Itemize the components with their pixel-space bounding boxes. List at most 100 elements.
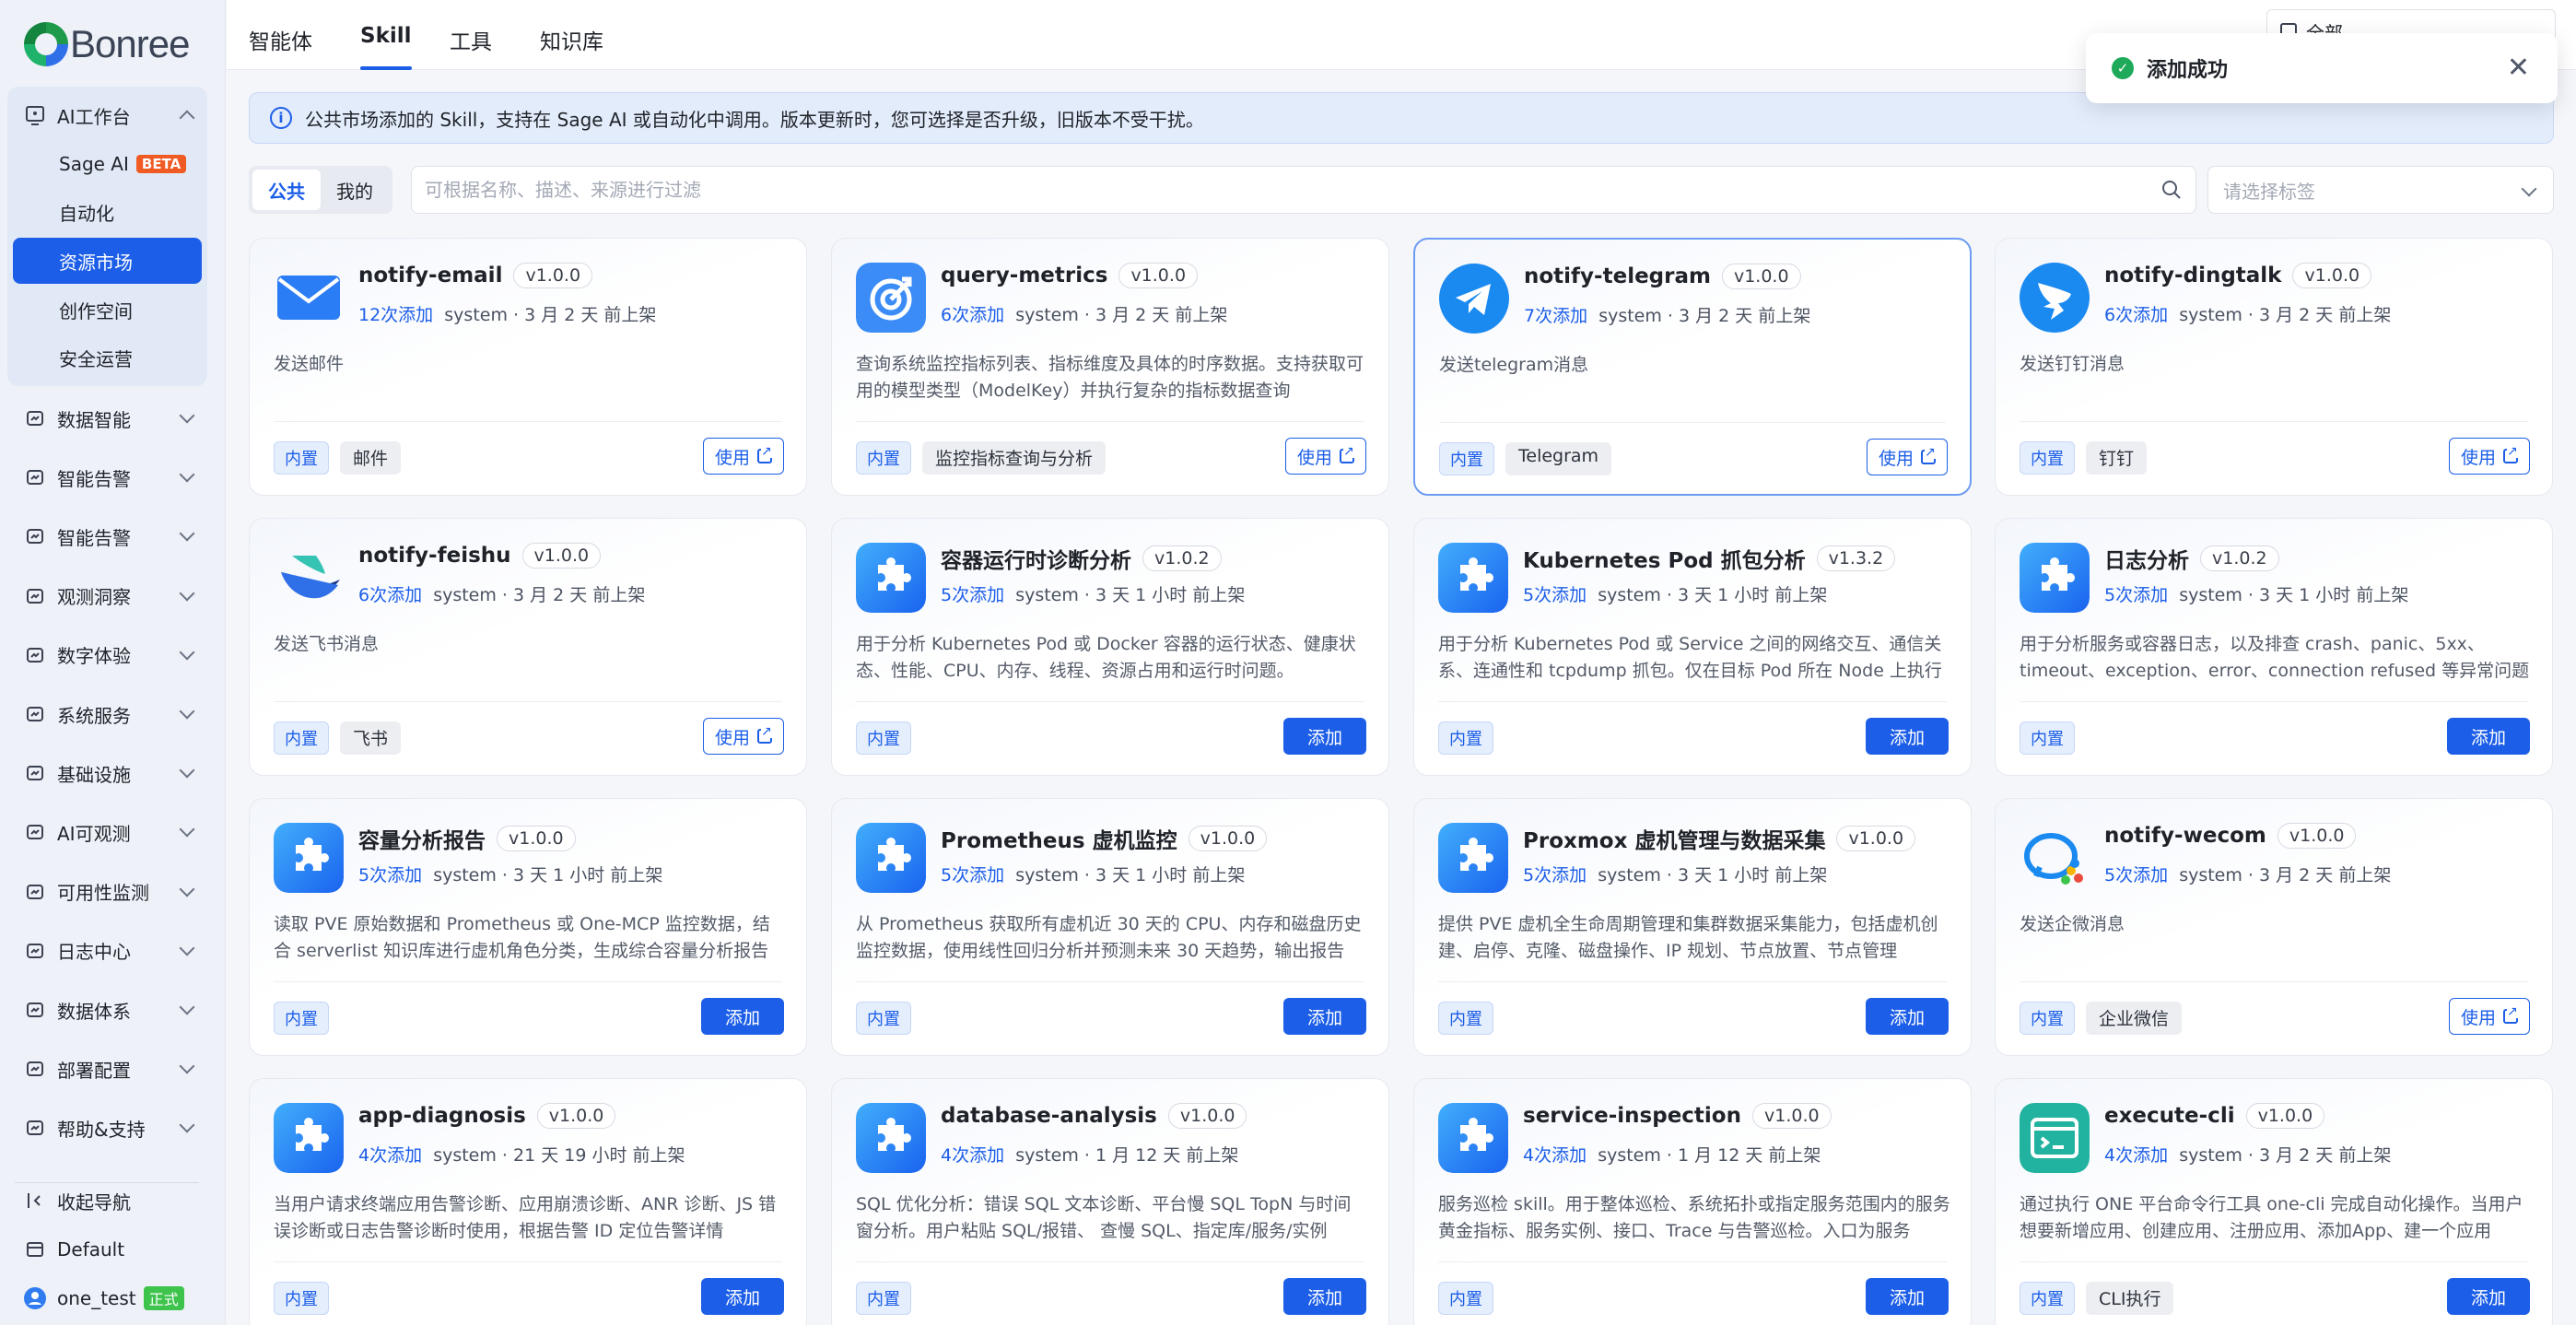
version-badge: v1.0.2	[2200, 545, 2279, 571]
scope-mine[interactable]: 我的	[321, 170, 389, 210]
skill-card[interactable]: notify-dingtalk v1.0.0 6次添加 system · 3 月 2…	[1995, 238, 2553, 496]
skill-title: notify-email v1.0.0	[358, 263, 593, 288]
tag-select[interactable]: 请选择标签	[2207, 166, 2554, 214]
use-button[interactable]: 使用	[2448, 438, 2530, 475]
nav-smart-alert[interactable]: 智能告警	[7, 452, 207, 502]
skill-card[interactable]: notify-email v1.0.0 12次添加 system · 3 月 2 天…	[249, 238, 807, 496]
external-link-icon	[757, 445, 772, 463]
info-text: 公共市场添加的 Skill，支持在 Sage AI 或自动化中调用。版本更新时，…	[305, 108, 1204, 131]
publish-info: system · 3 月 2 天 前上架	[1015, 305, 1228, 325]
nav-digital-experience[interactable]: 数字体验	[7, 630, 207, 680]
skill-card[interactable]: Proxmox 虚机管理与数据采集 v1.0.0 5次添加 system · 3 天…	[1413, 798, 1972, 1056]
nav-data-intelligence[interactable]: 数据智能	[7, 393, 207, 443]
skill-title: notify-dingtalk v1.0.0	[2104, 263, 2372, 288]
category-tag: 钉钉	[2086, 441, 2148, 475]
skill-name: app-diagnosis	[358, 1104, 526, 1128]
puzzle-icon	[856, 823, 926, 893]
tab-skill[interactable]: Skill	[360, 24, 412, 70]
user-profile[interactable]: one_test 正式	[7, 1275, 207, 1321]
add-button[interactable]: 添加	[701, 998, 784, 1035]
add-button[interactable]: 添加	[1283, 1278, 1366, 1315]
nav-deploy-config[interactable]: 部署配置	[7, 1044, 207, 1094]
skill-card[interactable]: service-inspection v1.0.0 4次添加 system · 1 …	[1413, 1078, 1972, 1325]
nav-label: 日志中心	[57, 941, 131, 964]
use-button[interactable]: 使用	[1284, 438, 1366, 475]
skill-card[interactable]: database-analysis v1.0.0 4次添加 system · 1 月…	[831, 1078, 1389, 1325]
skill-name: query-metrics	[941, 264, 1108, 287]
nav-help-support[interactable]: 帮助&支持	[7, 1103, 207, 1153]
nav-infrastructure[interactable]: 基础设施	[7, 748, 207, 798]
sub-security-ops[interactable]: 安全运营	[13, 334, 202, 381]
skill-description: 查询系统监控指标列表、指标维度及具体的时序数据。支持获取可用的模型类型（Mode…	[856, 354, 1364, 401]
skill-description: 发送企微消息	[2020, 914, 2125, 934]
card-divider	[1438, 1261, 1947, 1262]
use-button[interactable]: 使用	[702, 438, 784, 475]
skill-description: 当用户请求终端应用告警诊断、应用崩溃诊断、ANR 诊断、JS 错误诊断或日志告警…	[274, 1194, 777, 1241]
nav-system-service[interactable]: 系统服务	[7, 689, 207, 739]
skill-card[interactable]: 日志分析 v1.0.2 5次添加 system · 3 天 1 小时 前上架 用于分析…	[1995, 518, 2553, 776]
skill-card[interactable]: Kubernetes Pod 抓包分析 v1.3.2 5次添加 system · 3…	[1413, 518, 1972, 776]
use-button[interactable]: 使用	[702, 718, 784, 755]
skill-meta: 4次添加 system · 21 天 19 小时 前上架	[358, 1142, 685, 1167]
workspace-switcher[interactable]: Default	[7, 1226, 207, 1272]
use-button[interactable]: 使用	[1866, 439, 1948, 475]
add-button[interactable]: 添加	[2447, 718, 2530, 755]
add-button[interactable]: 添加	[1866, 998, 1949, 1035]
tab-agent[interactable]: 智能体	[249, 24, 312, 70]
nav-data-system[interactable]: 数据体系	[7, 985, 207, 1035]
skill-description: 用于分析服务或容器日志，以及排查 crash、panic、5xx、timeout…	[2020, 634, 2530, 681]
skill-card[interactable]: 容量分析报告 v1.0.0 5次添加 system · 3 天 1 小时 前上架 读取…	[249, 798, 807, 1056]
search-input[interactable]	[425, 179, 2160, 201]
tag-list: 内置	[1438, 1002, 1493, 1035]
builtin-tag: 内置	[1439, 442, 1494, 475]
nav-log-center[interactable]: 日志中心	[7, 926, 207, 976]
skill-title: database-analysis v1.0.0	[941, 1103, 1247, 1129]
tab-tools[interactable]: 工具	[450, 24, 492, 70]
card-divider	[1438, 701, 1947, 702]
sub-automation[interactable]: 自动化	[13, 189, 202, 235]
tag-list: 内置 CLI执行	[2020, 1282, 2174, 1315]
card-divider	[274, 701, 782, 702]
add-button[interactable]: 添加	[2447, 1278, 2530, 1315]
add-button[interactable]: 添加	[1866, 718, 1949, 755]
sub-resource-market[interactable]: 资源市场	[13, 238, 202, 284]
nav-observe-insight[interactable]: 观测洞察	[7, 571, 207, 621]
use-button[interactable]: 使用	[2448, 998, 2530, 1035]
scope-public[interactable]: 公共	[252, 170, 321, 210]
chevron-down-icon	[179, 821, 195, 838]
card-divider	[274, 421, 782, 422]
sub-creation-space[interactable]: 创作空间	[13, 287, 202, 333]
add-count: 6次添加	[941, 305, 1005, 325]
skill-meta: 4次添加 system · 1 月 12 天 前上架	[941, 1142, 1238, 1167]
nav-smart-alert-2[interactable]: 智能告警	[7, 511, 207, 561]
skill-card[interactable]: notify-telegram v1.0.0 7次添加 system · 3 月 2…	[1413, 238, 1972, 496]
skill-card[interactable]: 容器运行时诊断分析 v1.0.2 5次添加 system · 3 天 1 小时 前上…	[831, 518, 1389, 776]
add-button[interactable]: 添加	[1283, 718, 1366, 755]
add-button[interactable]: 添加	[701, 1278, 784, 1315]
sub-sage-ai[interactable]: Sage AI BETA	[13, 141, 202, 187]
publish-info: system · 3 天 1 小时 前上架	[1598, 865, 1828, 885]
tab-knowledge-base[interactable]: 知识库	[540, 24, 603, 70]
skill-card[interactable]: Prometheus 虚机监控 v1.0.0 5次添加 system · 3 天 1…	[831, 798, 1389, 1056]
brand-logo[interactable]: Bonree	[24, 20, 190, 68]
search-icon[interactable]	[2160, 179, 2183, 201]
skill-title: query-metrics v1.0.0	[941, 263, 1199, 288]
skill-name: notify-email	[358, 264, 503, 287]
close-icon[interactable]: ✕	[2507, 54, 2530, 82]
card-divider	[2020, 701, 2528, 702]
nav-ai-workspace[interactable]: AI工作台	[7, 90, 207, 140]
skill-card[interactable]: execute-cli v1.0.0 4次添加 system · 3 月 2 天 前…	[1995, 1078, 2553, 1325]
skill-card[interactable]: query-metrics v1.0.0 6次添加 system · 3 月 2 天…	[831, 238, 1389, 496]
skill-card[interactable]: notify-feishu v1.0.0 6次添加 system · 3 月 2 天…	[249, 518, 807, 776]
data-system-icon	[24, 999, 46, 1021]
skill-description: 发送telegram消息	[1439, 355, 1589, 375]
skill-card[interactable]: app-diagnosis v1.0.0 4次添加 system · 21 天 19…	[249, 1078, 807, 1325]
skill-card[interactable]: notify-wecom v1.0.0 5次添加 system · 3 月 2 天 …	[1995, 798, 2553, 1056]
nav-availability-monitor[interactable]: 可用性监测	[7, 867, 207, 917]
collapse-nav-button[interactable]: 收起导航	[7, 1178, 207, 1224]
add-button[interactable]: 添加	[1283, 998, 1366, 1035]
nav-ai-observability[interactable]: AI可观测	[7, 807, 207, 857]
sub-label: Sage AI	[59, 153, 129, 175]
add-button[interactable]: 添加	[1866, 1278, 1949, 1315]
skill-description: SQL 优化分析：错误 SQL 文本诊断、平台慢 SQL TopN 与时间窗分析…	[856, 1194, 1352, 1241]
